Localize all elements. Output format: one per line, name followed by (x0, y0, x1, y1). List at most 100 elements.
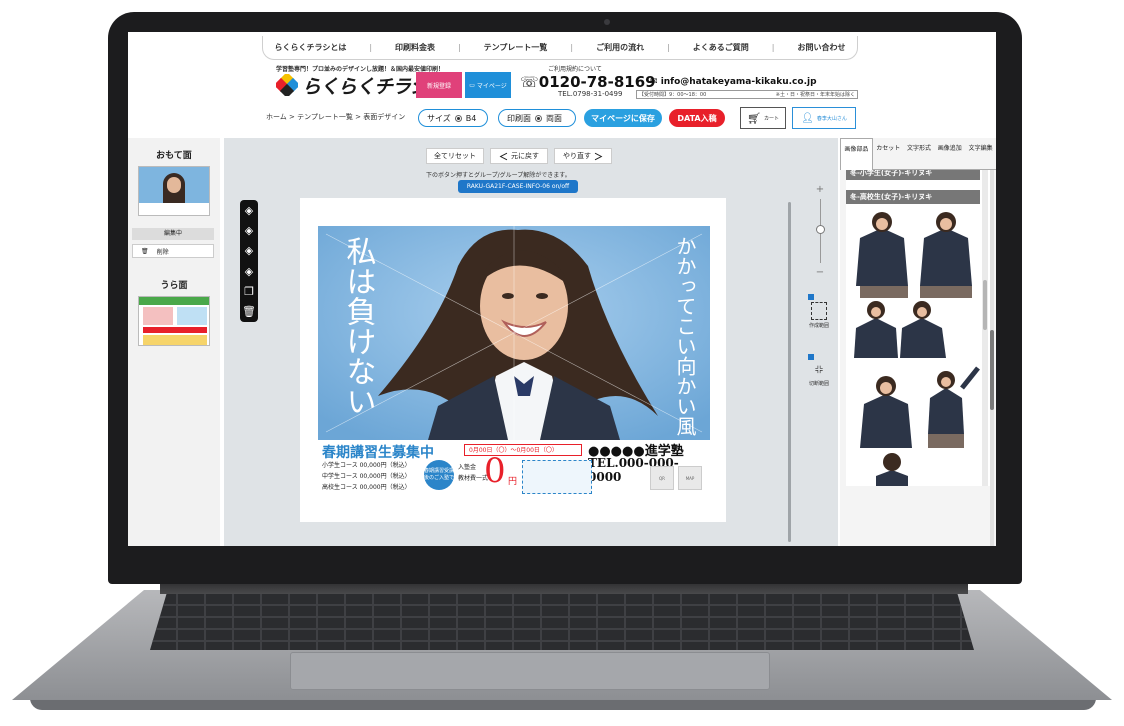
layers-backward-icon[interactable]: ◈ (245, 244, 253, 257)
cut-range-checkbox[interactable] (808, 354, 814, 360)
tab-edit-text[interactable]: 文字編集 (965, 138, 996, 170)
subline-text[interactable]: かかってこい向かい風 (673, 236, 697, 436)
zoom-knob[interactable] (815, 225, 825, 234)
nav-item-flow[interactable]: ご利用の流れ (596, 42, 644, 53)
enroll-badge[interactable]: 春期講習受講後のご入塾で (424, 460, 454, 490)
asset-tabs: 画像部品 カセット 文字形式 画像追加 文字編集 (840, 138, 996, 170)
course-high: 高校生コース 00,000円（税込） (322, 484, 411, 491)
delete-label: 削除 (156, 248, 169, 256)
create-range-label: 作成範囲 (808, 323, 829, 329)
price-value[interactable]: 0 (484, 454, 506, 488)
zoom-out-icon[interactable]: − (816, 267, 824, 278)
email[interactable]: ✉ info@hatakeyama-kikaku.co.jp (650, 77, 817, 87)
flyer-dates[interactable]: 0月00日（〇）～0月00日（〇） (464, 444, 582, 456)
cut-range-label: 切断範囲 (808, 381, 829, 387)
size-radio[interactable] (454, 114, 462, 122)
student-illustration (318, 226, 710, 440)
copy-icon[interactable]: ❐ (244, 285, 254, 298)
register-button[interactable]: 新規登録 (416, 72, 462, 98)
headline-text[interactable]: 私は負けない (341, 236, 376, 416)
flyer-design[interactable]: 私は負けない かかってこい向かい風 春期講習生募集中 0月00日（〇）～0月00… (318, 226, 710, 498)
size-value: B4 (465, 113, 477, 123)
chevron-right-icon: ＞ (593, 152, 603, 163)
back-side-title: うら面 (160, 281, 188, 291)
course-elementary: 小学生コース 00,000円（税込） (322, 462, 411, 469)
redo-button[interactable]: やり直す＞ (554, 148, 612, 164)
logo-text[interactable]: らくらくチラシ (302, 72, 429, 99)
holidays-text: ※土・日・祝祭日・年末年始は除く (775, 92, 855, 98)
nav-item-price[interactable]: 印刷料金表 (395, 42, 435, 53)
chevron-left-icon: ＜ (498, 152, 508, 163)
course-junior: 中学生コース 00,000円（税込） (322, 473, 411, 480)
student-photo[interactable]: 私は負けない かかってこい向かい風 (318, 226, 710, 440)
reset-all-button[interactable]: 全てリセット (426, 148, 484, 164)
flyer-title[interactable]: 春期講習生募集中 (322, 442, 434, 462)
front-side-title: おもて面 (156, 151, 192, 161)
nav-item-templates[interactable]: テンプレート一覧 (484, 42, 548, 53)
cut-range-option[interactable]: ⌟⌞ ⌝⌜ 切断範囲 (804, 354, 834, 387)
front-side-thumbnail[interactable] (138, 166, 210, 216)
hours-text: 【受付時間】9：00～18：00 (639, 92, 707, 98)
trash-icon: 🗑︎ (141, 247, 149, 255)
back-side-thumbnail[interactable] (138, 296, 210, 346)
data-submit-button[interactable]: DATA入稿 (669, 109, 725, 127)
zoom-slider[interactable]: + − (812, 184, 828, 278)
size-selector[interactable]: サイズ B4 (418, 109, 488, 127)
free-dial: ☏0120-78-8169 (520, 73, 656, 91)
logo-icon (276, 74, 298, 96)
layers-down-icon[interactable]: ◈ (245, 265, 253, 278)
print-side-selector[interactable]: 印刷面 両面 (498, 109, 576, 127)
undo-button[interactable]: ＜元に戻す (490, 148, 548, 164)
group-hint: 下のボタン押すとグループ/グループ解除ができます。 (426, 172, 571, 179)
category-header[interactable]: 冬-小学生(女子)-キリヌキ (846, 170, 980, 180)
business-hours: 【受付時間】9：00～18：00 ※土・日・祝祭日・年末年始は除く (636, 90, 858, 99)
layers-up-icon[interactable]: ◈ (245, 204, 253, 217)
dashed-frame-icon (811, 302, 827, 320)
nav-item-faq[interactable]: よくあるご質問 (693, 42, 749, 53)
nav-item-about[interactable]: らくらくチラシとは (274, 42, 346, 53)
user-icon: 👤︎ (801, 112, 814, 124)
create-range-option[interactable]: 作成範囲 (804, 294, 834, 329)
free-dial-number: 0120-78-8169 (538, 73, 656, 91)
student-cutouts[interactable] (846, 208, 980, 486)
group-toggle-button[interactable]: RAKU-GA21F-CASE-INFO-06 on/off (458, 180, 578, 193)
tab-text-style[interactable]: 文字形式 (903, 138, 935, 170)
cart-button[interactable]: 🛒︎ カート (740, 107, 786, 129)
freedial-icon: ☏ (520, 73, 539, 91)
panel-scrollbar[interactable] (990, 170, 994, 546)
zoom-in-icon[interactable]: + (816, 184, 824, 195)
user-button[interactable]: 👤︎ 春李大山さん (792, 107, 856, 129)
nav-item-contact[interactable]: お問い合わせ (797, 42, 845, 53)
mypage-label: マイページ (476, 82, 507, 90)
save-to-mypage-button[interactable]: マイページに保存 (584, 109, 662, 127)
crop-marks-icon: ⌟⌞ ⌝⌜ (814, 361, 824, 380)
register-label: 新規登録 (426, 82, 451, 90)
top-nav: らくらくチラシとは | 印刷料金表 | テンプレート一覧 | ご利用の流れ | よくある… (262, 36, 858, 60)
laptop-keyboard (150, 594, 974, 650)
delete-button[interactable]: 🗑︎ 削除 (132, 244, 214, 258)
trash-icon[interactable]: 🗑︎ (242, 305, 256, 318)
info-card[interactable] (522, 460, 592, 494)
tab-image-parts[interactable]: 画像部品 (840, 138, 873, 170)
qr-placeholder[interactable]: QR (650, 466, 674, 490)
mypage-button[interactable]: ▭ マイページ (465, 72, 511, 98)
design-canvas-area: 全てリセット ＜元に戻す やり直す＞ 下のボタン押すとグループ/グループ解除がで… (224, 138, 838, 546)
editing-status: 編集中 (132, 228, 214, 240)
laptop-trackpad (290, 652, 770, 690)
category-header[interactable]: 冬-高校生(女子)-キリヌキ (846, 190, 980, 204)
layers-forward-icon[interactable]: ◈ (245, 224, 253, 237)
user-name: 春李大山さん (816, 115, 847, 122)
breadcrumb[interactable]: ホーム > テンプレート一覧 > 表面デザイン (266, 112, 405, 122)
create-range-checkbox[interactable] (808, 294, 814, 300)
map-placeholder[interactable]: MAP (678, 466, 702, 490)
tab-add-image[interactable]: 画像追加 (934, 138, 966, 170)
course-list[interactable]: 小学生コース 00,000円（税込） 中学生コース 00,000円（税込） 高校… (322, 460, 411, 493)
page-sidebar: おもて面 編集中 🗑︎ 削除 うら面 (128, 138, 220, 546)
monitor-icon: ▭ (469, 81, 475, 89)
price-unit: 円 (508, 477, 518, 487)
terms-link[interactable]: ご利用規約について (548, 64, 602, 73)
tab-cassette[interactable]: カセット (872, 138, 904, 170)
print-side-radio[interactable] (535, 114, 542, 122)
asset-list-scrollbar[interactable] (982, 170, 988, 486)
canvas-scrollbar[interactable] (788, 202, 791, 542)
